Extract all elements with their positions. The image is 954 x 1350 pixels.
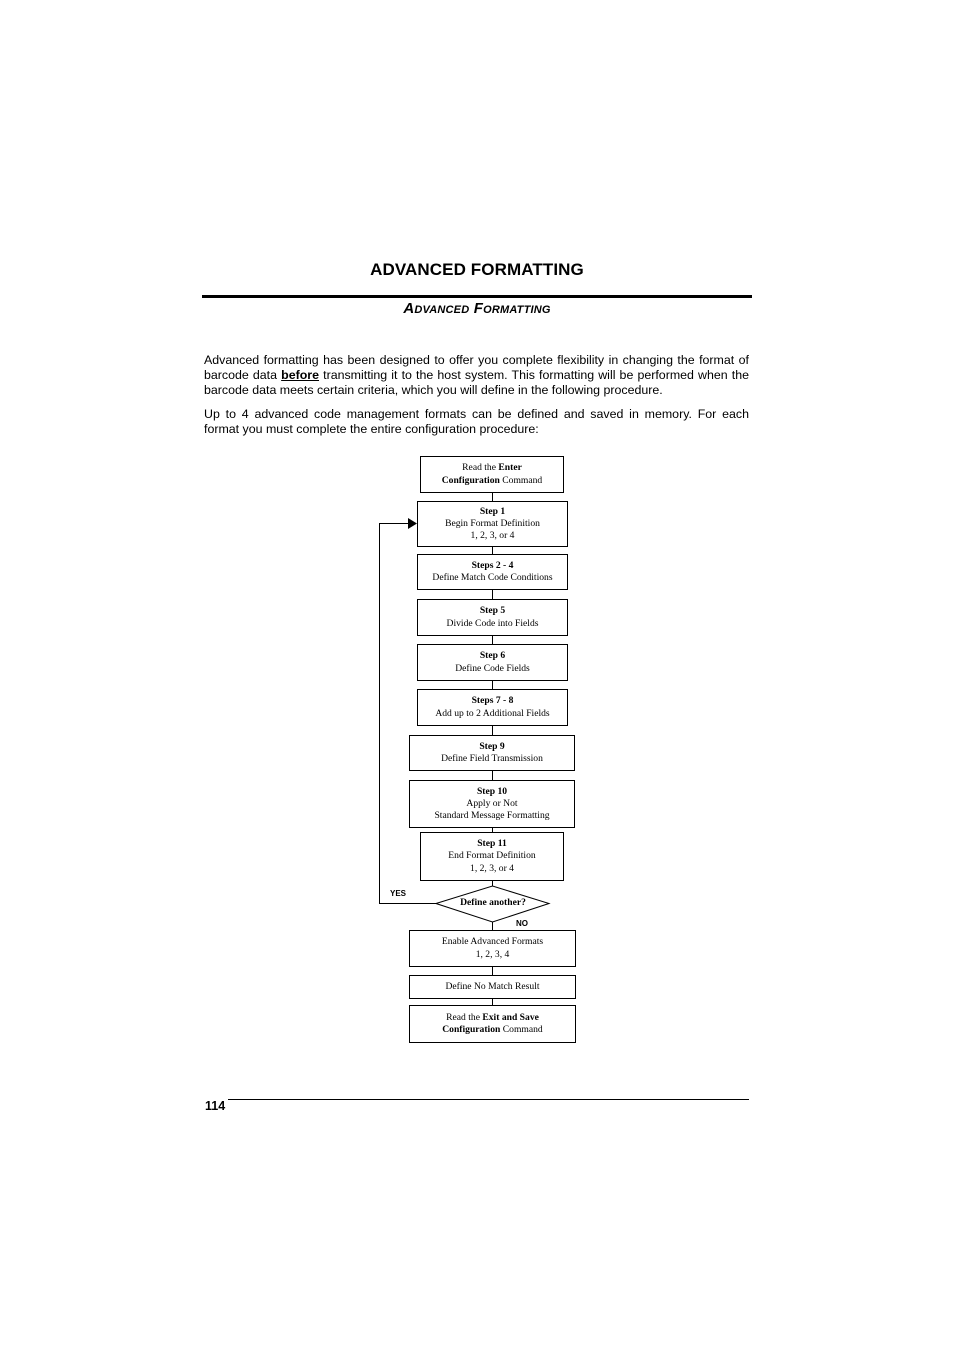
start-line2: Configuration Command [441, 474, 543, 486]
loop-vertical-line [379, 523, 380, 904]
step-heading: Step 10 [476, 785, 508, 797]
start-line1: Read the Enter [462, 462, 522, 474]
step-box: Step 11 End Format Definition 1, 2, 3, o… [420, 832, 564, 881]
connector [492, 725, 493, 735]
step-heading: Step 11 [477, 838, 507, 850]
connector [492, 589, 493, 599]
step-text: Divide Code into Fields [446, 617, 539, 629]
enable-text: 1, 2, 3, 4 [475, 948, 510, 960]
step-box: Step 10 Apply or Not Standard Message Fo… [409, 780, 575, 828]
enable-formats-box: Enable Advanced Formats 1, 2, 3, 4 [409, 930, 576, 967]
intro-paragraph: Advanced formatting has been designed to… [204, 353, 749, 398]
step-text: Define Field Transmission [441, 753, 543, 764]
end-box: Read the Exit and Save Configuration Com… [409, 1005, 576, 1043]
section-title: Advanced Formatting [403, 300, 551, 317]
step-text: End Format Definition [448, 850, 536, 862]
step-heading: Step 6 [479, 650, 506, 662]
step-box: Steps 2 - 4 Define Match Code Conditions [417, 554, 568, 590]
chapter-title: ADVANCED FORMATTING [370, 260, 584, 279]
connector [492, 998, 493, 1005]
connector [492, 492, 493, 501]
procedure-paragraph: Up to 4 advanced code management formats… [204, 407, 749, 436]
connector [492, 546, 493, 554]
step-heading: Step 9 [479, 740, 505, 752]
page-number: 114 [205, 1099, 226, 1113]
loop-top-line [379, 523, 410, 524]
intro-emphasis: before [281, 368, 320, 382]
step-text: Add up to 2 Additional Fields [435, 707, 550, 719]
step-text: Apply or Not [466, 797, 518, 809]
footer-rule [228, 1099, 749, 1100]
connector [492, 770, 493, 780]
step-heading: Steps 2 - 4 [471, 559, 514, 571]
no-match-box: Define No Match Result [409, 975, 576, 999]
step-box: Step 6 Define Code Fields [417, 644, 568, 681]
no-match-text: Define No Match Result [445, 980, 540, 992]
end-line2: Configuration Command [442, 1024, 543, 1035]
step-box: Step 9 Define Field Transmission [409, 735, 575, 771]
step-text: 1, 2, 3, or 4 [470, 862, 514, 874]
step-text: Define Code Fields [455, 662, 530, 674]
step-text: Define Match Code Conditions [432, 572, 553, 583]
start-box: Read the Enter Configuration Command [420, 456, 564, 493]
step-box: Step 1 Begin Format Definition 1, 2, 3, … [417, 501, 568, 547]
step-text: 1, 2, 3, or 4 [470, 530, 515, 542]
step-text: Begin Format Definition [445, 517, 540, 529]
step-heading: Step 5 [479, 605, 506, 617]
connector [492, 680, 493, 689]
yes-label: YES [390, 889, 407, 898]
step-box: Steps 7 - 8 Add up to 2 Additional Field… [417, 689, 568, 726]
step-text: Standard Message Formatting [434, 810, 550, 822]
step-heading: Step 1 [479, 505, 506, 517]
no-label: NO [516, 919, 528, 928]
header-rule [202, 295, 752, 298]
step-box: Step 5 Divide Code into Fields [417, 599, 568, 636]
step-heading: Steps 7 - 8 [471, 695, 514, 707]
decision-question: Define another? [460, 897, 526, 908]
loop-bottom-line [379, 903, 437, 904]
connector [492, 635, 493, 644]
connector [492, 966, 493, 975]
end-line1: Read the Exit and Save [446, 1011, 539, 1023]
enable-text: Enable Advanced Formats [441, 936, 544, 948]
